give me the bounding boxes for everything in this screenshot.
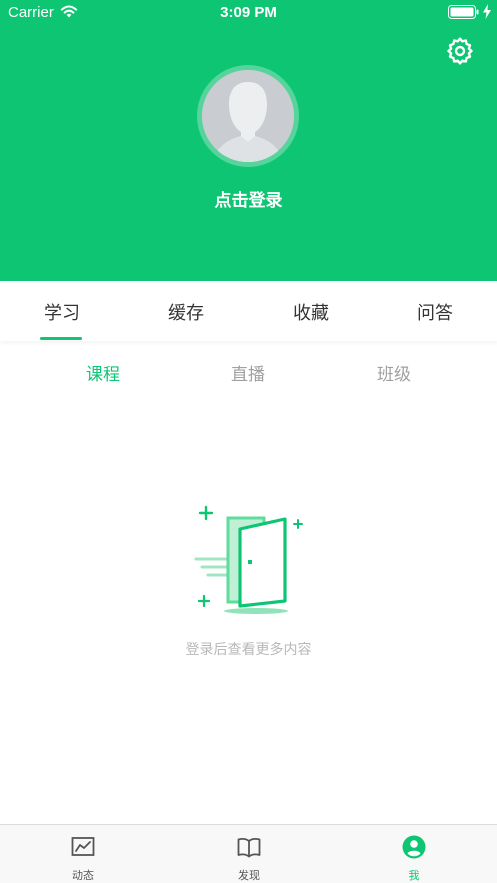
subtab-classes[interactable]: 班级 [344,360,444,385]
tab-qa[interactable]: 问答 [373,299,497,325]
chart-icon [71,837,95,856]
gear-icon[interactable] [446,37,474,65]
tab-favorites[interactable]: 收藏 [249,299,373,325]
tabbar-item-discover[interactable]: 发现 [166,825,332,883]
status-time: 3:09 PM [220,4,277,21]
charging-icon [483,4,491,19]
profile-screen: Carrier 3:09 PM 点击登录 学习 缓存 收藏 问答 课程 直播 班… [0,0,497,883]
user-silhouette-icon [202,70,294,162]
tabbar-label-activity: 动态 [72,869,94,882]
profile-icon [402,835,426,859]
tabbar-label-discover: 发现 [238,869,260,882]
door-icon [194,505,303,614]
tab-selection-indicator [40,337,82,340]
subtab-live[interactable]: 直播 [198,360,298,385]
tab-cache[interactable]: 缓存 [124,299,248,325]
tabbar-label-me: 我 [408,869,420,882]
subtab-courses[interactable]: 课程 [53,360,153,385]
avatar-placeholder [202,70,294,162]
status-bar: Carrier 3:09 PM [0,0,497,26]
profile-header: Carrier 3:09 PM 点击登录 [0,0,497,281]
battery-icon [448,5,479,19]
tabbar-item-activity[interactable]: 动态 [0,825,166,883]
bottom-tab-bar: 动态 发现 我 [0,824,497,883]
main-tab-bar: 学习 缓存 收藏 问答 [0,281,497,341]
tab-study[interactable]: 学习 [0,299,124,325]
empty-state-message: 登录后查看更多内容 [185,642,312,658]
avatar[interactable] [197,65,299,167]
book-icon [237,837,261,858]
login-prompt[interactable]: 点击登录 [0,186,497,211]
tabbar-item-me[interactable]: 我 [331,825,497,883]
